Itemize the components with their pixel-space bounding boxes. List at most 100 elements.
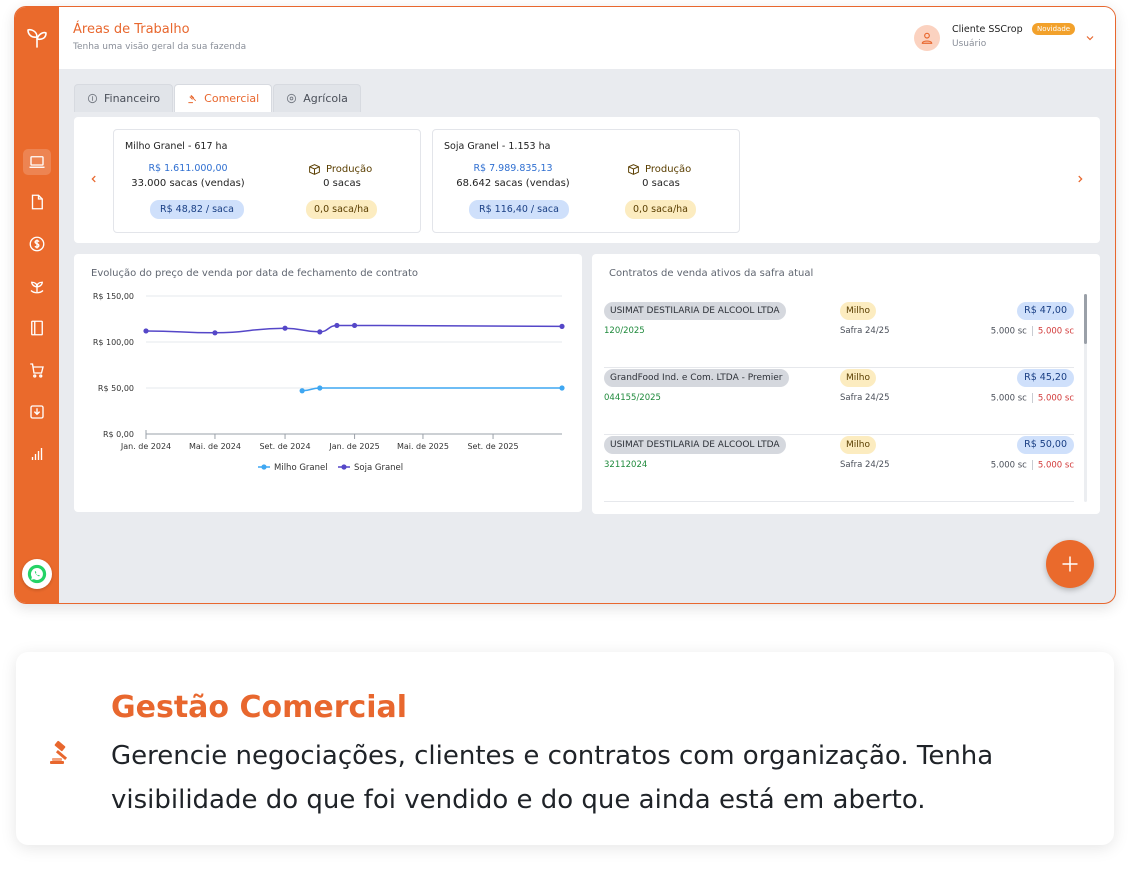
- sidebar: [15, 7, 59, 603]
- dollar-icon: [29, 236, 45, 252]
- data-point: [334, 322, 340, 329]
- season-label: Safra 24/25: [840, 393, 890, 403]
- price-line-chart: R$ 0,00 R$ 50,00 R$ 100,00 R$ 150,00 Jan. de…: [93, 292, 565, 473]
- sidebar-item-plant[interactable]: [26, 275, 48, 297]
- tab-label: Agrícola: [303, 92, 348, 105]
- kpi-carousel: Milho Granel - 617 ha R$ 1.611.000,00 33…: [74, 117, 1100, 243]
- gavel-icon: [50, 740, 68, 764]
- contract-number: 32112024: [604, 460, 648, 470]
- avg-price-chip: R$ 116,40 / saca: [469, 200, 569, 219]
- x-tick-label: Jan. de 2024: [120, 442, 171, 451]
- tab-comercial[interactable]: Comercial: [174, 84, 273, 112]
- feature-title: Gestão Comercial: [111, 690, 408, 725]
- tab-agricola[interactable]: Agrícola: [273, 84, 361, 112]
- kpi-sales: 33.000 sacas (vendas): [131, 178, 245, 189]
- production-label: Produção: [627, 163, 691, 176]
- carousel-prev-button[interactable]: [88, 172, 100, 186]
- top-bar: Áreas de Trabalho Tenha uma visão geral …: [59, 7, 1115, 69]
- quantity-total: 5.000 sc: [990, 460, 1027, 471]
- quantity-open: 5.000 sc: [1037, 460, 1074, 471]
- feature-description: Gerencie negociações, clientes e contrat…: [111, 741, 994, 815]
- x-tick-label: Mai. de 2025: [397, 442, 449, 451]
- laptop-icon: [29, 156, 45, 168]
- novidade-badge: Novidade: [1032, 23, 1076, 35]
- tab-financeiro[interactable]: Financeiro: [74, 84, 174, 112]
- document-icon: [31, 194, 43, 210]
- x-tick-label: Set. de 2025: [467, 442, 518, 451]
- data-point: [299, 388, 305, 394]
- production-label-text: Produção: [645, 164, 692, 175]
- chevron-left-icon: [91, 175, 96, 183]
- page-title: Áreas de Trabalho: [73, 22, 190, 37]
- add-button[interactable]: [1046, 540, 1094, 588]
- kpi-card-soja[interactable]: Soja Granel - 1.153 ha R$ 7.989.835,13 6…: [432, 129, 740, 233]
- contract-row[interactable]: GrandFood Ind. e Com. LTDA - Premier 0441…: [604, 369, 1074, 435]
- crop-chip: Milho: [840, 436, 876, 454]
- page: Áreas de Trabalho Tenha uma visão geral …: [0, 0, 1130, 870]
- user-role: Usuário: [952, 39, 987, 49]
- carousel-next-button[interactable]: [1074, 172, 1086, 186]
- data-point: [317, 385, 323, 391]
- data-point: [282, 325, 288, 331]
- x-tick-label: Jan. de 2025: [328, 442, 379, 451]
- kpi-price: R$ 1.611.000,00: [148, 163, 228, 174]
- sidebar-item-cart[interactable]: [26, 359, 48, 381]
- x-tick-label: Set. de 2024: [259, 442, 310, 451]
- data-point: [559, 323, 565, 329]
- whatsapp-button[interactable]: [22, 559, 52, 589]
- avg-price-chip: R$ 48,82 / saca: [150, 200, 244, 219]
- quantity-info: 5.000 sc 5.000 sc: [991, 393, 1074, 404]
- chevron-down-icon[interactable]: [1084, 32, 1096, 44]
- sidebar-item-laptop[interactable]: [23, 149, 51, 175]
- client-chip: USIMAT DESTILARIA DE ALCOOL LTDA: [604, 302, 786, 320]
- price-chip: R$ 50,00: [1017, 436, 1074, 454]
- quantity-open: 5.000 sc: [1037, 393, 1074, 404]
- sidebar-item-download[interactable]: [26, 401, 48, 423]
- quantity-divider: [1031, 460, 1033, 470]
- legend-label: Milho Granel: [274, 463, 328, 473]
- legend-label: Soja Granel: [354, 463, 403, 473]
- contract-row[interactable]: USIMAT DESTILARIA DE ALCOOL LTDA 32112024…: [604, 436, 1074, 502]
- app-window: Áreas de Trabalho Tenha uma visão geral …: [14, 6, 1116, 604]
- kpi-card-milho[interactable]: Milho Granel - 617 ha R$ 1.611.000,00 33…: [113, 129, 421, 233]
- data-point: [559, 385, 565, 391]
- contract-number: 120/2025: [604, 326, 645, 336]
- tab-label: Financeiro: [104, 92, 161, 105]
- y-tick-label: R$ 50,00: [98, 384, 134, 393]
- quantity-open: 5.000 sc: [1037, 326, 1074, 337]
- client-chip: USIMAT DESTILARIA DE ALCOOL LTDA: [604, 436, 786, 454]
- kpi-price: R$ 7.989.835,13: [473, 163, 553, 174]
- contract-number: 044155/2025: [604, 393, 661, 403]
- sidebar-item-dollar[interactable]: [26, 233, 48, 255]
- sidebar-item-bar-chart[interactable]: [26, 443, 48, 465]
- cart-icon: [30, 363, 44, 378]
- series-line-milho: [302, 387, 562, 392]
- user-name[interactable]: Cliente SSCrop: [952, 24, 1023, 35]
- whatsapp-icon: [27, 564, 47, 584]
- brand-logo-icon[interactable]: [25, 25, 49, 49]
- contract-row[interactable]: USIMAT DESTILARIA DE ALCOOL LTDA 120/2025…: [604, 302, 1074, 368]
- seed-icon: [287, 93, 297, 104]
- contracts-scrollbar[interactable]: [1084, 294, 1087, 502]
- quantity-total: 5.000 sc: [990, 326, 1027, 337]
- data-point: [317, 329, 323, 335]
- production-value: 0 sacas: [642, 178, 680, 189]
- chevron-right-icon: [1078, 175, 1083, 183]
- sidebar-item-book[interactable]: [26, 317, 48, 339]
- x-tick-label: Mai. de 2024: [189, 442, 241, 451]
- season-label: Safra 24/25: [840, 460, 890, 470]
- y-tick-label: R$ 100,00: [93, 338, 134, 347]
- sidebar-item-document[interactable]: [26, 191, 48, 213]
- crop-chip: Milho: [840, 369, 876, 387]
- quantity-info: 5.000 sc 5.000 sc: [991, 326, 1074, 337]
- kpi-title: Soja Granel - 1.153 ha: [444, 141, 551, 152]
- user-avatar[interactable]: [914, 25, 940, 51]
- production-label: Produção: [308, 163, 372, 176]
- client-chip: GrandFood Ind. e Com. LTDA - Premier: [604, 369, 789, 387]
- data-point: [351, 322, 358, 329]
- scrollbar-thumb[interactable]: [1084, 294, 1087, 344]
- data-point: [143, 328, 149, 334]
- user-icon: [921, 32, 933, 44]
- y-tick-label: R$ 150,00: [93, 292, 134, 301]
- download-icon: [30, 405, 44, 419]
